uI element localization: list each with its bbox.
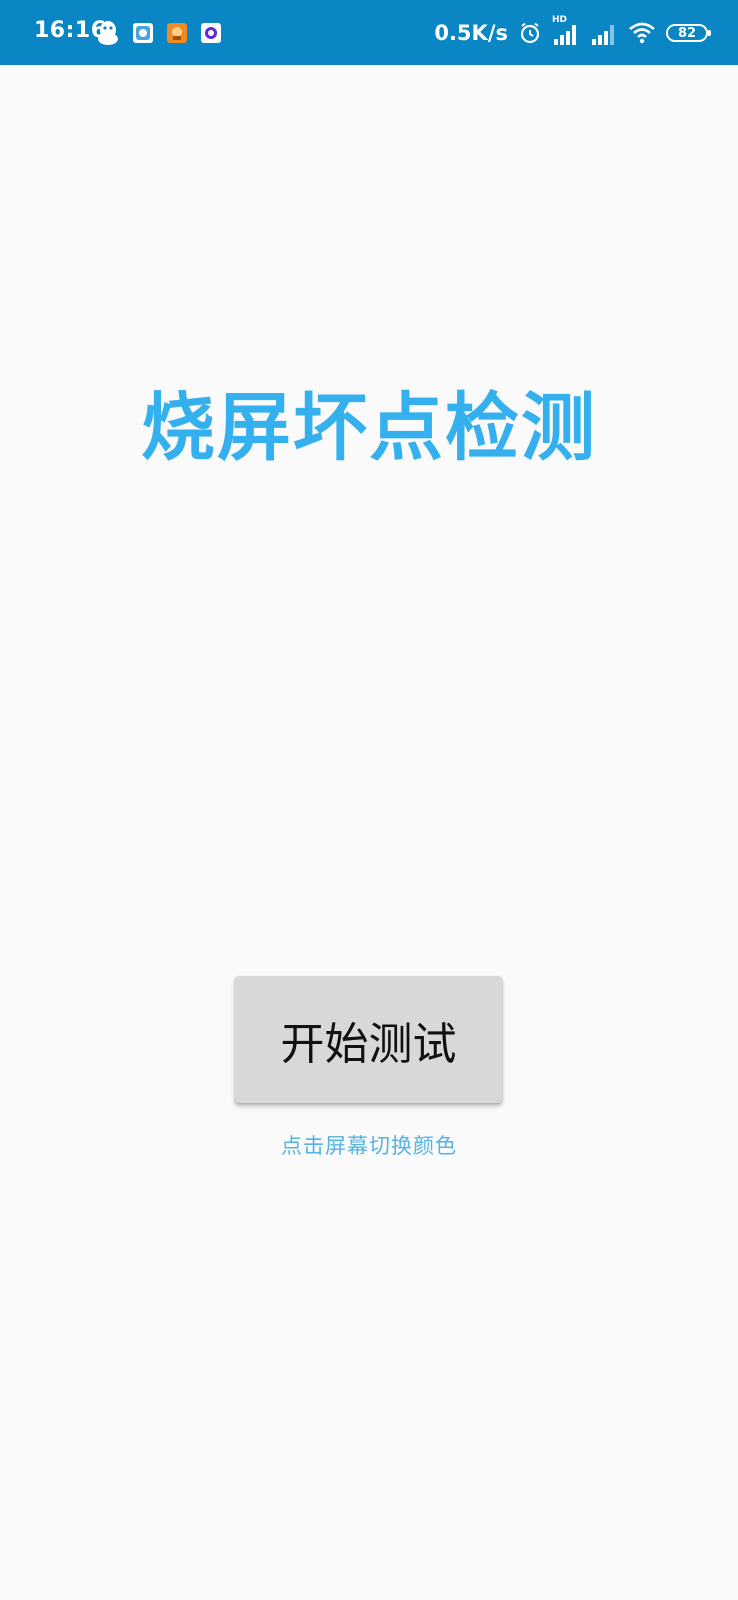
- app-icon-blue: [133, 23, 153, 43]
- start-test-button[interactable]: 开始测试: [235, 976, 502, 1103]
- status-bar: 16:16 0.5K/s HD 82: [0, 0, 738, 65]
- signal-icon: [590, 19, 618, 47]
- app-icon-orange: [167, 23, 187, 43]
- battery-icon: 82: [666, 24, 711, 42]
- network-speed: 0.5K/s: [434, 21, 508, 45]
- signal-hd-icon: HD: [552, 15, 580, 47]
- qq-icon: [97, 20, 119, 46]
- alarm-icon: [518, 21, 542, 45]
- status-right-group: 0.5K/s HD 82: [434, 15, 711, 48]
- battery-level: 82: [677, 25, 697, 41]
- app-icon-purple: [201, 23, 221, 43]
- status-time: 16:16: [34, 18, 107, 43]
- notification-icons: [97, 18, 221, 48]
- wifi-icon: [628, 21, 656, 45]
- page-title: 烧屏坏点检测: [141, 385, 597, 471]
- tap-hint-text: 点击屏幕切换颜色: [281, 1134, 457, 1158]
